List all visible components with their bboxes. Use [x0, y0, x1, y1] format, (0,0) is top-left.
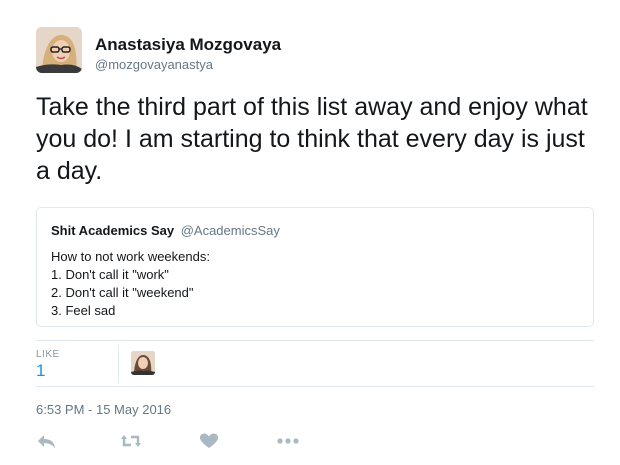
like-label: LIKE	[36, 349, 60, 360]
like-count[interactable]: 1	[36, 361, 45, 381]
quoted-author-name: Shit Academics Say	[51, 223, 175, 238]
quoted-tweet-header: Shit Academics Say @AcademicsSay	[51, 223, 280, 238]
liker-avatar[interactable]	[131, 351, 155, 375]
quoted-author-handle: @AcademicsSay	[180, 223, 280, 238]
quoted-tweet-card[interactable]: Shit Academics Say @AcademicsSay How to …	[36, 207, 594, 327]
tweet-timestamp[interactable]: 6:53 PM - 15 May 2016	[36, 402, 171, 417]
quoted-line: 2. Don't call it "weekend"	[51, 285, 194, 300]
quoted-tweet-text: How to not work weekends: 1. Don't call …	[51, 248, 210, 320]
quoted-line: 1. Don't call it "work"	[51, 267, 169, 282]
author-avatar[interactable]	[36, 27, 82, 73]
heart-icon[interactable]	[198, 428, 222, 454]
tweet-text: Take the third part of this list away an…	[36, 93, 588, 185]
quoted-line: 3. Feel sad	[51, 303, 116, 318]
author-name[interactable]: Anastasiya Mozgovaya	[95, 35, 281, 55]
tweet-actions	[36, 428, 336, 454]
tweet-stats: LIKE 1	[36, 340, 594, 387]
retweet-icon[interactable]	[119, 428, 143, 454]
more-icon[interactable]	[276, 428, 300, 454]
stats-divider	[118, 345, 119, 383]
author-handle[interactable]: @mozgovayanastya	[95, 57, 213, 72]
reply-icon[interactable]	[36, 428, 60, 454]
quoted-line: How to not work weekends:	[51, 249, 210, 264]
